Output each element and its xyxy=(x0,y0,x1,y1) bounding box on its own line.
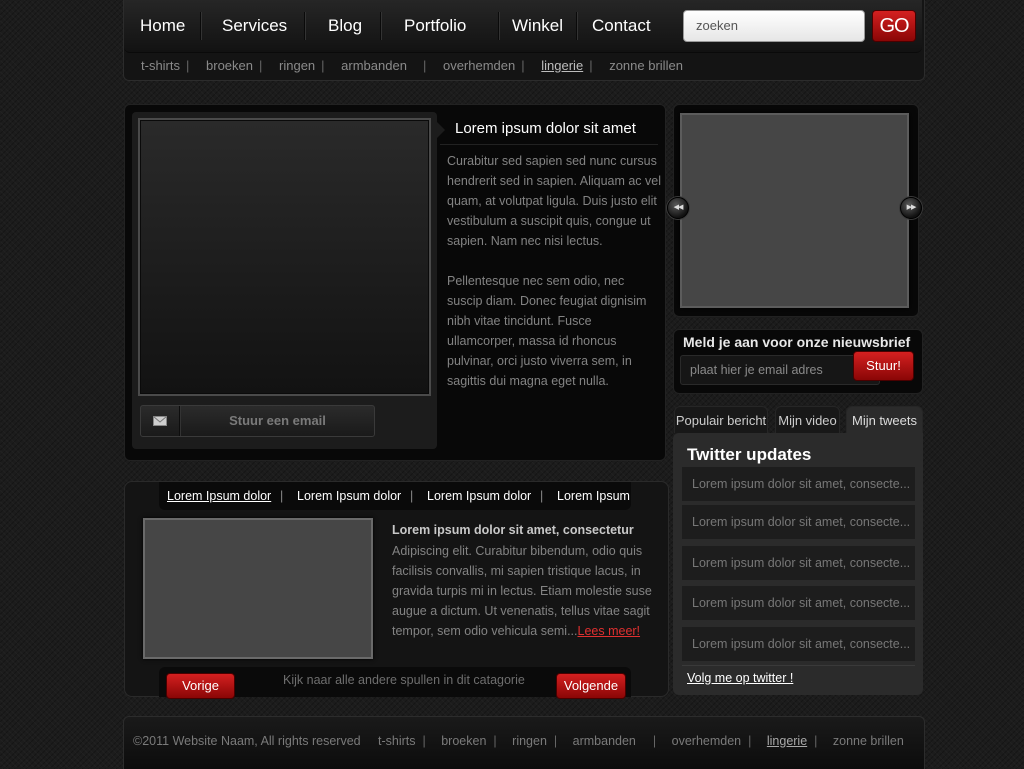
newsletter-submit-button[interactable]: Stuur! xyxy=(853,351,914,381)
featured-image xyxy=(138,118,431,396)
nav-divider xyxy=(200,12,201,40)
footer-link-zonne-brillen[interactable]: zonne brillen xyxy=(833,734,904,748)
nav-divider xyxy=(576,12,577,40)
subnav-broeken[interactable]: broeken xyxy=(206,58,253,73)
sub-nav: t-shirts | broeken | ringen | armbanden | ov… xyxy=(141,58,683,73)
product-tab-1[interactable]: Lorem Ipsum dolor xyxy=(167,489,271,503)
nav-divider xyxy=(498,12,499,40)
subnav-zonne-brillen[interactable]: zonne brillen xyxy=(609,58,683,73)
nav-divider xyxy=(380,12,381,40)
send-email-button[interactable]: Stuur een email xyxy=(140,405,375,437)
featured-paragraph-1: Curabitur sed sapien sed nunc cursus hen… xyxy=(447,154,662,248)
envelope-icon xyxy=(141,406,180,436)
tab-mijn-video[interactable]: Mijn video xyxy=(775,406,840,433)
footer-link-armbanden[interactable]: armbanden xyxy=(573,734,636,748)
copyright-text: ©2011 Website Naam, All rights reserved xyxy=(133,734,361,748)
product-image xyxy=(143,518,373,659)
next-button[interactable]: Volgende xyxy=(556,673,626,699)
nav-contact[interactable]: Contact xyxy=(592,0,651,52)
subnav-tshirts[interactable]: t-shirts xyxy=(141,58,180,73)
previous-button[interactable]: Vorige xyxy=(166,673,235,699)
footer-links: t-shirts | broeken | ringen | armbanden | ov… xyxy=(378,734,904,748)
nav-services[interactable]: Services xyxy=(222,0,287,52)
tweet-item[interactable]: Lorem ipsum dolor sit amet, consecte... xyxy=(682,505,915,539)
nav-home[interactable]: Home xyxy=(140,0,185,52)
search-input[interactable]: zoeken xyxy=(683,10,865,42)
product-description: Adipiscing elit. Curabitur bibendum, odi… xyxy=(392,544,652,638)
subnav-lingerie[interactable]: lingerie xyxy=(541,58,583,73)
divider xyxy=(440,144,658,145)
slider-image xyxy=(680,113,909,308)
tweet-item[interactable]: Lorem ipsum dolor sit amet, consecte... xyxy=(682,627,915,661)
tweet-item[interactable]: Lorem ipsum dolor sit amet, consecte... xyxy=(682,586,915,620)
tab-separator: | xyxy=(540,489,544,503)
tab-separator: | xyxy=(280,489,284,503)
tab-separator: | xyxy=(410,489,414,503)
footer-link-tshirts[interactable]: t-shirts xyxy=(378,734,416,748)
divider xyxy=(682,665,915,666)
tweet-item[interactable]: Lorem ipsum dolor sit amet, consecte... xyxy=(682,546,915,580)
footer-link-overhemden[interactable]: overhemden xyxy=(672,734,742,748)
title-pointer xyxy=(437,122,445,138)
nav-blog[interactable]: Blog xyxy=(328,0,362,52)
product-title: Lorem ipsum dolor sit amet, consectetur xyxy=(392,523,634,537)
fast-forward-icon[interactable]: ▶▶ xyxy=(900,197,922,219)
follow-twitter-link[interactable]: Volg me op twitter ! xyxy=(687,671,793,685)
category-note: Kijk naar alle andere spullen in dit cat… xyxy=(283,673,525,687)
product-tab-2[interactable]: Lorem Ipsum dolor xyxy=(297,489,401,503)
read-more-link[interactable]: Lees meer! xyxy=(578,624,641,638)
nav-divider xyxy=(304,12,305,40)
twitter-title: Twitter updates xyxy=(687,445,812,464)
rewind-icon[interactable]: ◀◀ xyxy=(667,197,689,219)
subnav-armbanden[interactable]: armbanden xyxy=(341,58,407,73)
product-tab-3[interactable]: Lorem Ipsum dolor xyxy=(427,489,531,503)
subnav-overhemden[interactable]: overhemden xyxy=(443,58,515,73)
footer-link-ringen[interactable]: ringen xyxy=(512,734,547,748)
subnav-ringen[interactable]: ringen xyxy=(279,58,315,73)
search-go-button[interactable]: GO xyxy=(872,10,916,42)
featured-paragraph-2: Pellentesque nec sem odio, nec suscip di… xyxy=(447,274,647,388)
nav-portfolio[interactable]: Portfolio xyxy=(404,0,466,52)
nav-winkel[interactable]: Winkel xyxy=(512,0,563,52)
tab-mijn-tweets[interactable]: Mijn tweets xyxy=(846,406,923,433)
featured-title: Lorem ipsum dolor sit amet xyxy=(455,120,636,137)
tweet-item[interactable]: Lorem ipsum dolor sit amet, consecte... xyxy=(682,467,915,501)
footer-link-lingerie[interactable]: lingerie xyxy=(767,734,807,748)
tab-populair-bericht[interactable]: Populair bericht xyxy=(674,406,768,433)
product-tab-4[interactable]: Lorem Ipsum xyxy=(557,489,630,503)
footer-link-broeken[interactable]: broeken xyxy=(441,734,486,748)
send-email-label: Stuur een email xyxy=(229,413,326,428)
newsletter-email-input[interactable]: plaat hier je email adres xyxy=(680,355,880,385)
newsletter-title: Meld je aan voor onze nieuwsbrief xyxy=(683,334,911,350)
